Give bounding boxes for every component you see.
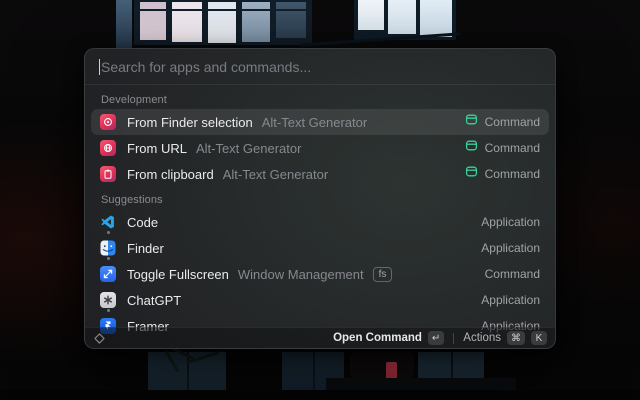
list-item-from-clipboard[interactable]: From clipboard Alt-Text Generator Comman… [91, 161, 549, 187]
item-title: From clipboard [127, 167, 214, 182]
chatgpt-icon [100, 292, 116, 308]
item-title: ChatGPT [127, 293, 181, 308]
item-type-label: Application [481, 293, 540, 307]
enter-key-badge: ↵ [428, 331, 444, 345]
open-command-button[interactable]: Open Command [333, 332, 422, 344]
search-input[interactable] [85, 49, 555, 84]
section-header-development: Development [91, 87, 549, 109]
actions-button[interactable]: Actions [463, 332, 501, 344]
wallpaper-floor-shadow [0, 390, 640, 400]
cmd-key-badge: ⌘ [507, 331, 525, 345]
command-terminal-icon [465, 139, 478, 157]
running-indicator [107, 309, 110, 312]
list-item-code[interactable]: Code Application [91, 209, 549, 235]
item-type-label: Command [485, 115, 540, 129]
item-subtitle: Window Management [238, 267, 364, 282]
wallpaper-dark-object [350, 352, 414, 378]
item-type-label: Command [485, 167, 540, 181]
text-caret [99, 59, 100, 75]
item-title: From URL [127, 141, 187, 156]
search-bar [85, 49, 555, 85]
clipboard-icon [100, 166, 116, 182]
list-item-from-finder-selection[interactable]: From Finder selection Alt-Text Generator… [91, 109, 549, 135]
command-terminal-icon [465, 113, 478, 131]
finder-icon [100, 240, 116, 256]
section-header-suggestions: Suggestions [91, 187, 549, 209]
alias-badge: fs [373, 267, 393, 282]
item-title: Finder [127, 241, 164, 256]
item-subtitle: Alt-Text Generator [262, 115, 368, 130]
running-indicator [107, 231, 110, 234]
command-terminal-icon [465, 165, 478, 183]
wallpaper-window-left [134, 0, 312, 45]
item-title: Code [127, 215, 158, 230]
item-type-label: Application [481, 241, 540, 255]
wallpaper-window-pillar [116, 0, 132, 48]
item-type-label: Command [485, 267, 540, 281]
footer-divider [453, 333, 454, 344]
item-title: Toggle Fullscreen [127, 267, 229, 282]
globe-icon [100, 140, 116, 156]
wallpaper-lower-window [148, 352, 226, 394]
footer-bar: Open Command ↵ Actions ⌘ K [85, 327, 555, 348]
item-type-label: Command [485, 141, 540, 155]
list-item-finder[interactable]: Finder Application [91, 235, 549, 261]
launcher-window: Development From Finder selection Alt-Te… [84, 48, 556, 349]
vscode-icon [100, 214, 116, 230]
item-type-label: Application [481, 215, 540, 229]
list-item-chatgpt[interactable]: ChatGPT Application [91, 287, 549, 313]
image-icon [100, 114, 116, 130]
results-list: Development From Finder selection Alt-Te… [85, 85, 555, 339]
list-item-from-url[interactable]: From URL Alt-Text Generator Command [91, 135, 549, 161]
item-title: From Finder selection [127, 115, 253, 130]
list-item-toggle-fullscreen[interactable]: Toggle Fullscreen Window Management fs C… [91, 261, 549, 287]
item-subtitle: Alt-Text Generator [223, 167, 329, 182]
raycast-logo-icon [93, 332, 106, 345]
k-key-badge: K [531, 331, 547, 345]
window-management-icon [100, 266, 116, 282]
item-subtitle: Alt-Text Generator [196, 141, 302, 156]
running-indicator [107, 257, 110, 260]
